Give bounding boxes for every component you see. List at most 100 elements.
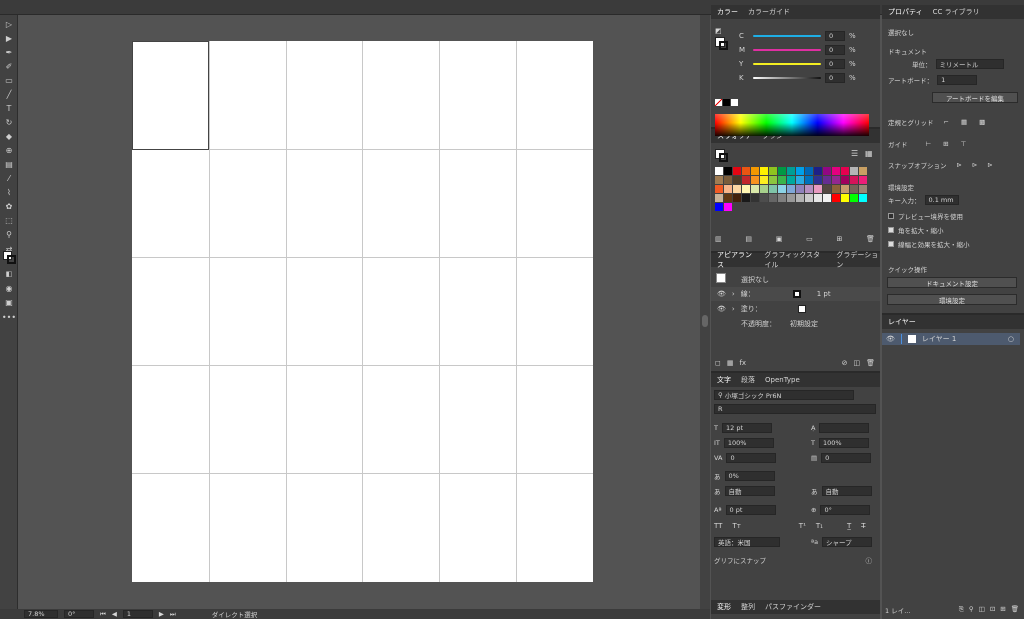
color-swatch[interactable] (715, 176, 723, 184)
color-swatch[interactable] (814, 194, 822, 202)
color-swatch[interactable] (823, 176, 831, 184)
color-swatch[interactable] (805, 176, 813, 184)
color-swatch[interactable] (796, 185, 804, 193)
color-swatch[interactable] (796, 167, 804, 175)
reset-colors-icon[interactable]: ◩ (715, 27, 722, 35)
leading-field[interactable] (819, 423, 870, 433)
smart-guides-icon[interactable]: ⊤ (961, 140, 967, 148)
visibility-eye-icon[interactable]: 👁 (717, 305, 726, 313)
tracking-field[interactable]: 0 (821, 453, 872, 463)
visibility-eye-icon[interactable]: 👁 (717, 290, 726, 298)
add-fill-icon[interactable]: ▦ (727, 359, 734, 367)
color-swatch[interactable] (805, 167, 813, 175)
color-swatch[interactable] (850, 185, 858, 193)
last-artboard-icon[interactable]: ⏭ (170, 610, 176, 619)
horizontal-scale-field[interactable]: 100% (818, 438, 869, 448)
grid-icon[interactable]: ▦ (961, 118, 967, 126)
next-artboard-icon[interactable]: ▶ (159, 610, 164, 618)
eraser-tool-icon[interactable]: ◆ (3, 130, 15, 142)
new-sublayer-icon[interactable]: ⊡ (990, 605, 995, 615)
color-swatch[interactable] (742, 194, 750, 202)
color-swatch[interactable] (724, 185, 732, 193)
color-swatch[interactable] (742, 167, 750, 175)
color-swatch[interactable] (724, 194, 732, 202)
color-swatch[interactable] (733, 185, 741, 193)
transparency-grid-icon[interactable]: ▩ (979, 118, 985, 126)
font-style-select[interactable]: R (714, 404, 876, 414)
delete-layer-icon[interactable]: 🗑 (1011, 605, 1019, 615)
color-mode-icon[interactable]: ◧ (3, 268, 15, 280)
color-swatch[interactable] (823, 194, 831, 202)
color-swatch[interactable] (832, 176, 840, 184)
tab-opentype[interactable]: OpenType (765, 376, 800, 384)
export-icon[interactable]: ⎘ (959, 605, 964, 615)
channel-c-value[interactable]: 0 (825, 31, 845, 41)
tab-paragraph[interactable]: 段落 (741, 375, 755, 385)
color-swatch[interactable] (778, 167, 786, 175)
channel-k-slider[interactable] (753, 77, 821, 79)
snap-to-pixel-icon[interactable]: ⊳ (972, 161, 977, 169)
color-swatch[interactable] (850, 194, 858, 202)
artboard-select[interactable]: 1 (937, 75, 978, 85)
color-swatch[interactable] (850, 176, 858, 184)
stroke-color-icon[interactable] (7, 255, 16, 264)
layer-target-icon[interactable]: ○ (1008, 335, 1014, 343)
tab-transform[interactable]: 変形 (717, 602, 731, 612)
baseline-field[interactable]: 0 pt (725, 505, 776, 515)
snap-to-point-icon[interactable]: ⊳ (957, 161, 962, 169)
color-swatch[interactable] (733, 176, 741, 184)
edit-artboard-button[interactable]: アートボードを編集 (932, 92, 1018, 103)
new-layer-icon[interactable]: ⊞ (1000, 605, 1005, 615)
new-swatch-icon[interactable]: ⊞ (836, 235, 842, 243)
color-swatch[interactable] (850, 167, 858, 175)
aki-right-field[interactable]: 自動 (821, 486, 872, 496)
vertical-scrollbar[interactable] (700, 15, 710, 609)
color-swatch[interactable] (751, 194, 759, 202)
scroll-thumb[interactable] (702, 315, 708, 327)
checkbox-scale-corners[interactable]: 角を拡大・縮小 (888, 225, 944, 235)
language-select[interactable]: 英語：米国 (714, 537, 780, 547)
direct-selection-tool-icon[interactable]: ▶ (3, 32, 15, 44)
opacity-row[interactable]: 不透明度： 初期設定 (741, 319, 818, 329)
superscript-icon[interactable]: T¹ (799, 522, 806, 530)
fill-swatch[interactable] (797, 305, 806, 313)
ruler-icon[interactable]: ⌐ (944, 118, 949, 126)
color-swatch[interactable] (859, 185, 867, 193)
color-swatch[interactable] (778, 194, 786, 202)
fill-row[interactable]: 👁 › 塗り： (711, 302, 880, 316)
color-swatch[interactable] (796, 194, 804, 202)
kerning-field[interactable]: 0 (726, 453, 777, 463)
subscript-icon[interactable]: T₁ (816, 522, 823, 530)
scale-corners-checkbox[interactable] (888, 227, 894, 233)
all-caps-icon[interactable]: TT (714, 522, 722, 530)
white-swatch[interactable] (731, 99, 738, 106)
clear-appearance-icon[interactable]: ⊘ (842, 359, 848, 367)
color-swatch[interactable] (841, 185, 849, 193)
channel-m-slider[interactable] (753, 49, 821, 51)
tab-properties[interactable]: プロパティ (888, 7, 923, 17)
artboard-field[interactable]: 1 (122, 610, 153, 618)
locate-object-icon[interactable]: ⚲ (969, 605, 974, 615)
color-swatch[interactable] (814, 167, 822, 175)
scale-strokes-checkbox[interactable] (888, 241, 894, 247)
duplicate-item-icon[interactable]: ◫ (853, 359, 860, 367)
document-settings-button[interactable]: ドキュメント設定 (887, 277, 1017, 288)
color-swatch[interactable] (832, 194, 840, 202)
drawing-mode-icon[interactable]: ◉ (3, 282, 15, 294)
symbol-sprayer-tool-icon[interactable]: ✿ (3, 200, 15, 212)
color-swatch[interactable] (760, 194, 768, 202)
vertical-scale-field[interactable]: 100% (723, 438, 774, 448)
type-tool-icon[interactable]: T (3, 102, 15, 114)
paintbrush-tool-icon[interactable]: ╱ (3, 88, 15, 100)
swatch-stroke-icon[interactable] (719, 153, 728, 162)
color-swatch[interactable] (805, 185, 813, 193)
color-swatch[interactable] (760, 167, 768, 175)
layer-name[interactable]: レイヤー 1 (922, 334, 956, 344)
color-swatch[interactable] (724, 176, 732, 184)
color-swatch[interactable] (715, 185, 723, 193)
color-swatch[interactable] (769, 194, 777, 202)
color-swatch[interactable] (796, 176, 804, 184)
add-effect-icon[interactable]: fx (739, 359, 746, 367)
color-swatch[interactable] (823, 167, 831, 175)
color-swatch[interactable] (859, 176, 867, 184)
